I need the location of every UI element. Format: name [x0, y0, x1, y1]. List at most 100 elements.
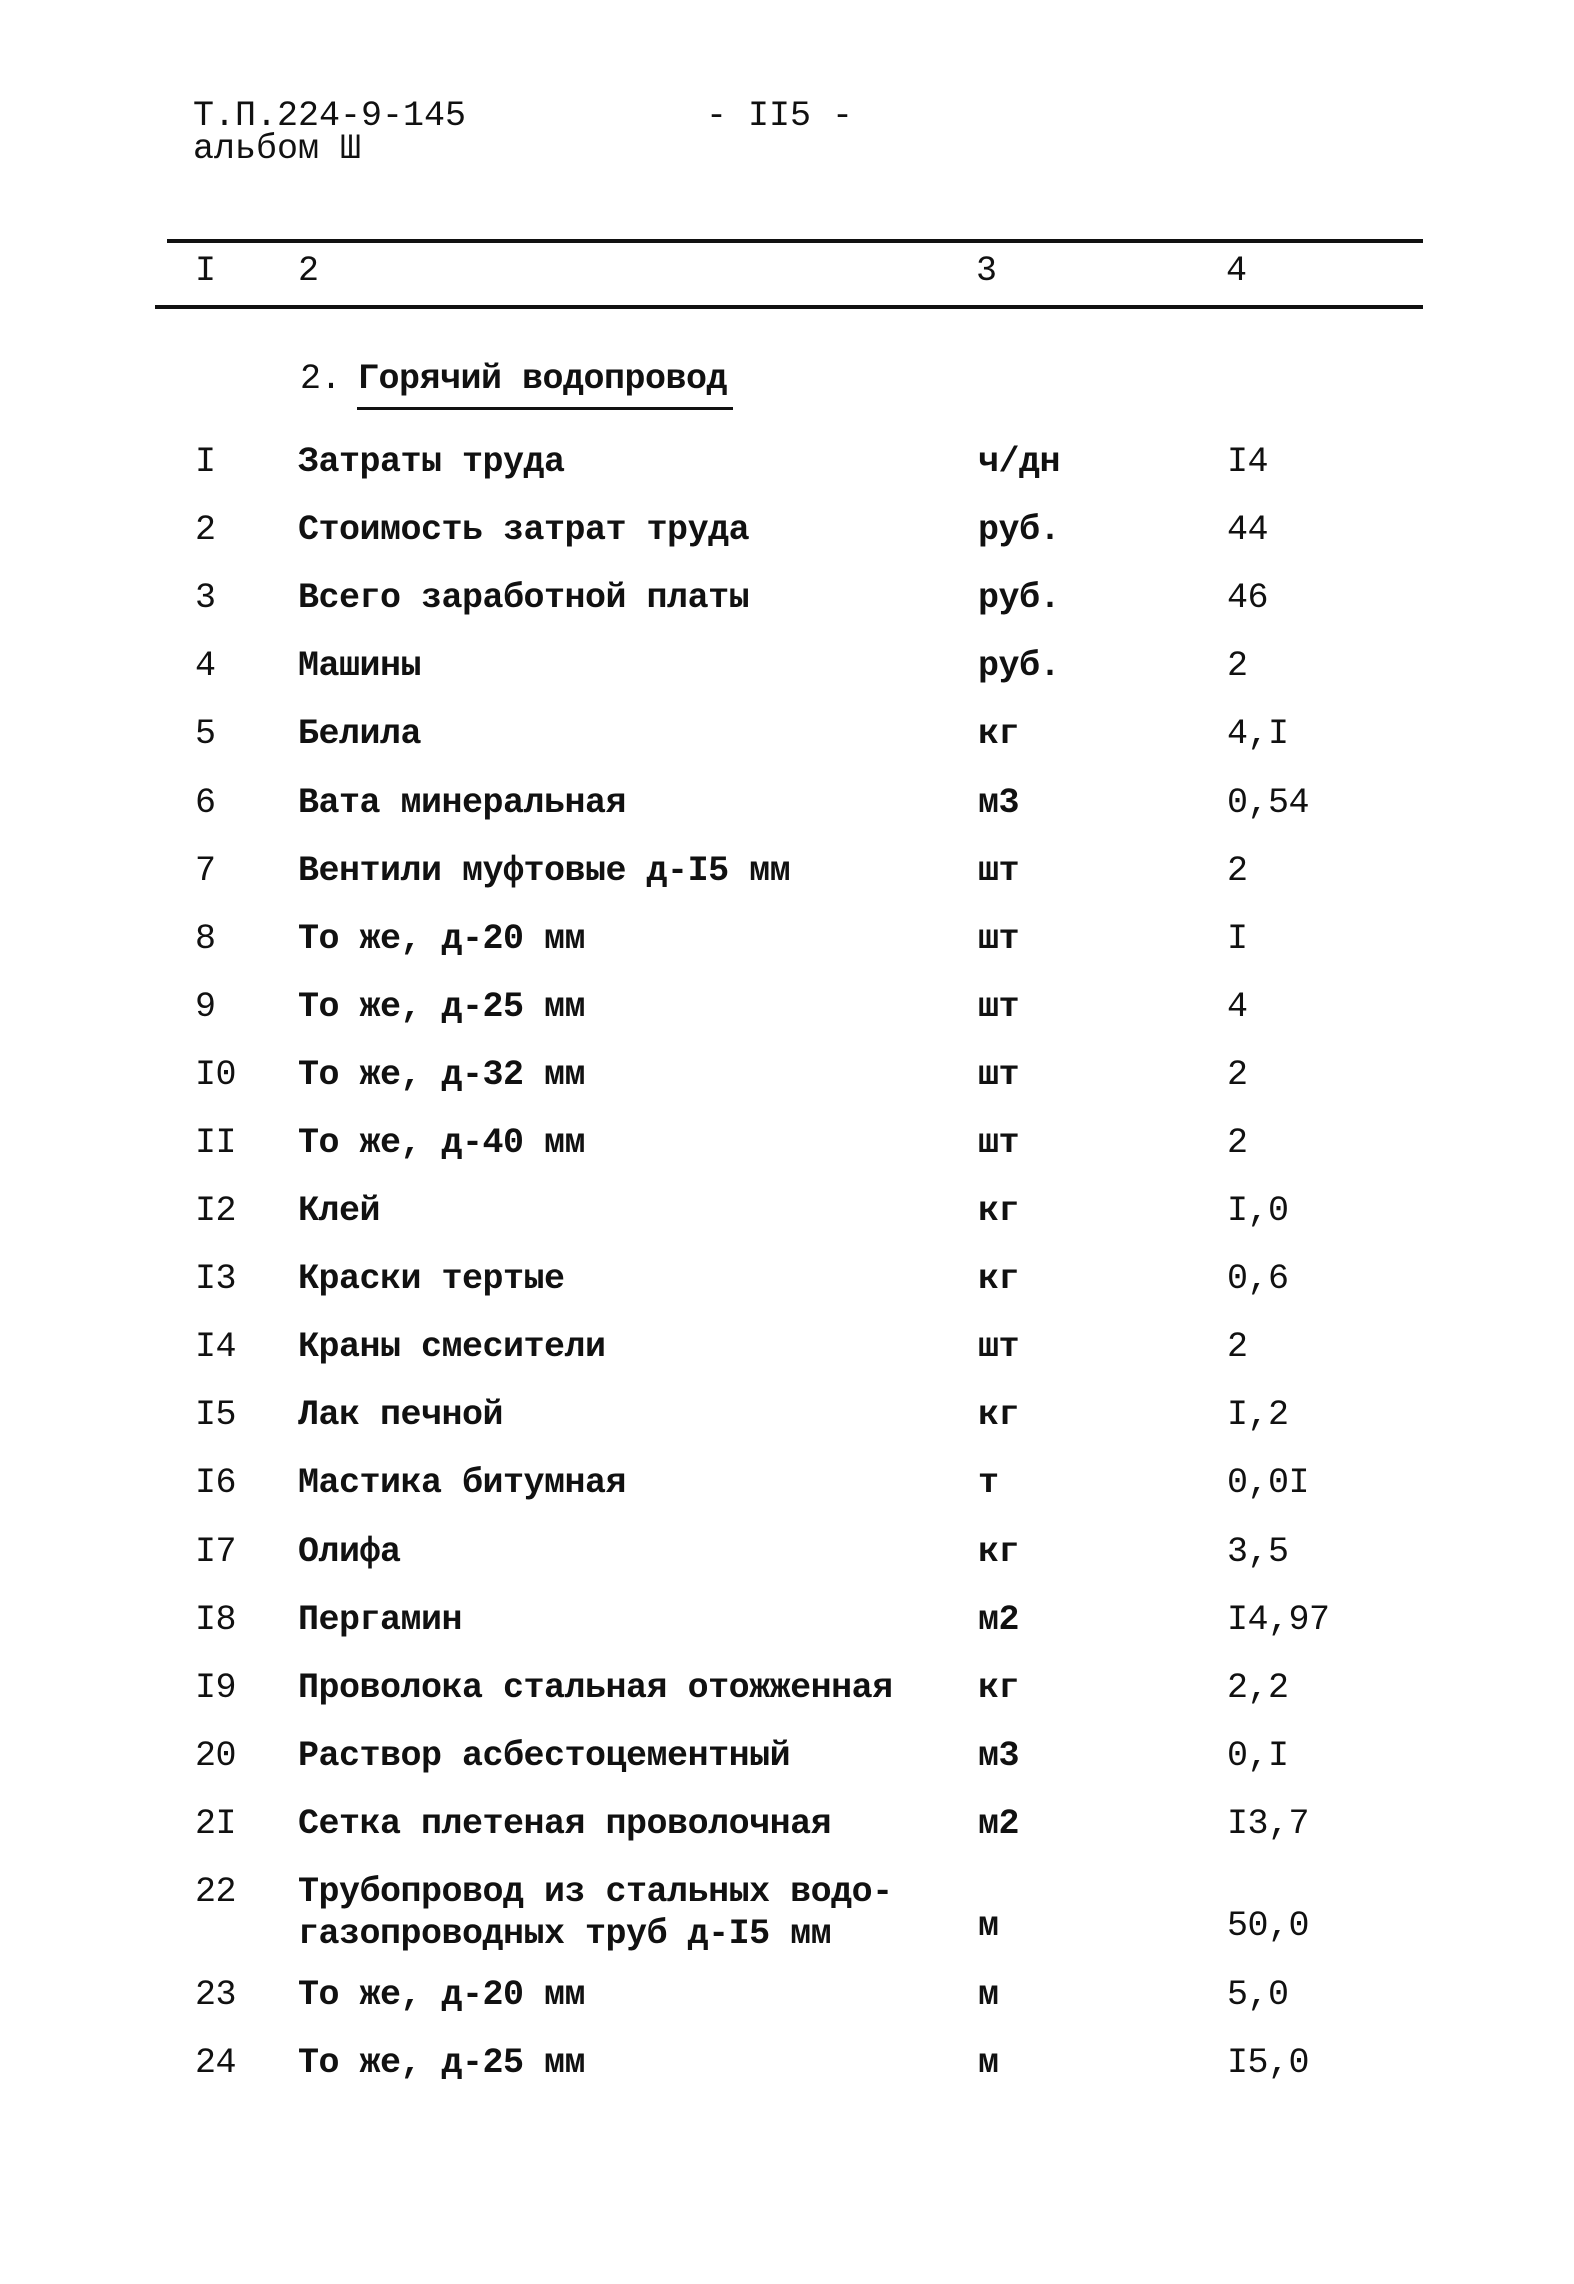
row-number: 2 — [195, 510, 216, 550]
row-name: То же, д-20 мм — [298, 919, 586, 959]
section-title-underline — [357, 407, 733, 410]
table-row: 9 То же, д-25 мм шт 4 — [0, 987, 1574, 1047]
row-name: Олифа — [298, 1532, 401, 1572]
row-number: I9 — [195, 1668, 237, 1708]
row-name: Сетка плетеная проволочная — [298, 1804, 832, 1844]
table-row: I2 Клей кг I,0 — [0, 1191, 1574, 1251]
table-row: 20 Раствор асбестоцементный м3 0,I — [0, 1736, 1574, 1796]
row-name: То же, д-40 мм — [298, 1123, 586, 1163]
row-number: 8 — [195, 919, 216, 959]
row-value: 5,0 — [1227, 1975, 1289, 2015]
row-name: Лак печной — [298, 1395, 504, 1435]
table-row: 4 Машины руб. 2 — [0, 646, 1574, 706]
table-row: I7 Олифа кг 3,5 — [0, 1532, 1574, 1592]
row-name: То же, д-20 мм — [298, 1975, 586, 2015]
row-number: I8 — [195, 1600, 237, 1640]
column-header-1: I — [195, 251, 217, 291]
table-row: I3 Краски тертые кг 0,6 — [0, 1259, 1574, 1319]
row-name-cell: Пергамин — [298, 1600, 463, 1640]
row-unit: шт — [978, 1327, 1020, 1367]
row-name-cell: Стоимость затрат труда — [298, 510, 750, 550]
row-unit: кг — [978, 1532, 1020, 1572]
row-name: Пергамин — [298, 1600, 463, 1640]
row-value: 3,5 — [1227, 1532, 1289, 1572]
row-unit: руб. — [978, 578, 1061, 618]
row-name-cell: Белила — [298, 714, 422, 754]
row-name: Машины — [298, 646, 422, 686]
row-unit: кг — [978, 714, 1020, 754]
row-unit: шт — [978, 1055, 1020, 1095]
row-unit: руб. — [978, 646, 1061, 686]
row-unit: кг — [978, 1259, 1020, 1299]
column-header-2: 2 — [298, 251, 320, 291]
table-row: I9 Проволока стальная отожженная кг 2,2 — [0, 1668, 1574, 1728]
row-unit: шт — [978, 987, 1020, 1027]
row-name: То же, д-25 мм — [298, 2043, 586, 2083]
row-name-cell: Затраты труда — [298, 442, 565, 482]
row-number: 20 — [195, 1736, 237, 1776]
row-value: I4,97 — [1227, 1600, 1330, 1640]
row-value: 2 — [1227, 851, 1248, 891]
row-name: То же, д-25 мм — [298, 987, 586, 1027]
row-number: II — [195, 1123, 237, 1163]
row-name: Клей — [298, 1191, 381, 1231]
row-unit: м — [978, 1906, 999, 1946]
table-row: I Затраты труда ч/дн I4 — [0, 442, 1574, 502]
row-name-cell: То же, д-20 мм — [298, 919, 586, 959]
row-name: То же, д-32 мм — [298, 1055, 586, 1095]
row-name-cell: То же, д-20 мм — [298, 1975, 586, 2015]
table-row: 22 Трубопровод из стальных водо-газопрово… — [0, 1872, 1574, 1954]
row-name: Раствор асбестоцементный — [298, 1736, 791, 1776]
row-name-cell: Всего заработной платы — [298, 578, 750, 618]
row-unit: м — [978, 2043, 999, 2083]
table-row: I0 То же, д-32 мм шт 2 — [0, 1055, 1574, 1115]
row-name: Белила — [298, 714, 422, 754]
row-number: I7 — [195, 1532, 237, 1572]
row-name-cell: То же, д-25 мм — [298, 2043, 586, 2083]
row-unit: шт — [978, 851, 1020, 891]
row-unit: шт — [978, 1123, 1020, 1163]
row-number: 23 — [195, 1975, 237, 2015]
row-name: Вентили муфтовые д-I5 мм — [298, 851, 791, 891]
row-name-cell: Вентили муфтовые д-I5 мм — [298, 851, 791, 891]
row-value: 2 — [1227, 646, 1248, 686]
row-name-cell: Сетка плетеная проволочная — [298, 1804, 832, 1844]
table-row: I8 Пергамин м2 I4,97 — [0, 1600, 1574, 1660]
row-name: Затраты труда — [298, 442, 565, 482]
row-value: I4 — [1227, 442, 1269, 482]
row-name-cell: То же, д-40 мм — [298, 1123, 586, 1163]
row-value: I3,7 — [1227, 1804, 1310, 1844]
row-number: 2I — [195, 1804, 237, 1844]
row-value: I5,0 — [1227, 2043, 1310, 2083]
row-name: Трубопровод из стальных водо- — [298, 1872, 893, 1912]
column-header-4: 4 — [1226, 251, 1248, 291]
row-unit: шт — [978, 919, 1020, 959]
row-value: 2 — [1227, 1055, 1248, 1095]
table-row: I6 Мастика битумная т 0,0I — [0, 1463, 1574, 1523]
table-row: 2 Стоимость затрат труда руб. 44 — [0, 510, 1574, 570]
table-row: 23 То же, д-20 мм м 5,0 — [0, 1975, 1574, 2035]
row-number: I — [195, 442, 216, 482]
row-name-cell: Машины — [298, 646, 422, 686]
row-value: 0,0I — [1227, 1463, 1310, 1503]
row-name-cell: То же, д-32 мм — [298, 1055, 586, 1095]
row-number: 9 — [195, 987, 216, 1027]
row-name-cell: Вата минеральная — [298, 783, 627, 823]
row-name: Всего заработной платы — [298, 578, 750, 618]
table-row: I5 Лак печной кг I,2 — [0, 1395, 1574, 1455]
row-name-cell: Раствор асбестоцементный — [298, 1736, 791, 1776]
row-name-cell: Трубопровод из стальных водо-газопроводн… — [298, 1872, 893, 1954]
row-value: 0,54 — [1227, 783, 1310, 823]
table-row: 7 Вентили муфтовые д-I5 мм шт 2 — [0, 851, 1574, 911]
row-unit: кг — [978, 1668, 1020, 1708]
row-name-cell: Краны смесители — [298, 1327, 606, 1367]
row-number: 7 — [195, 851, 216, 891]
row-name-continuation: газопроводных труб д-I5 мм — [298, 1914, 832, 1954]
row-number: I0 — [195, 1055, 237, 1095]
row-unit: м2 — [978, 1600, 1020, 1640]
table-row: 6 Вата минеральная м3 0,54 — [0, 783, 1574, 843]
row-value: 50,0 — [1227, 1906, 1310, 1946]
section-title: Горячий водопровод — [358, 359, 728, 399]
row-name: Краски тертые — [298, 1259, 565, 1299]
column-header-3: 3 — [976, 251, 998, 291]
